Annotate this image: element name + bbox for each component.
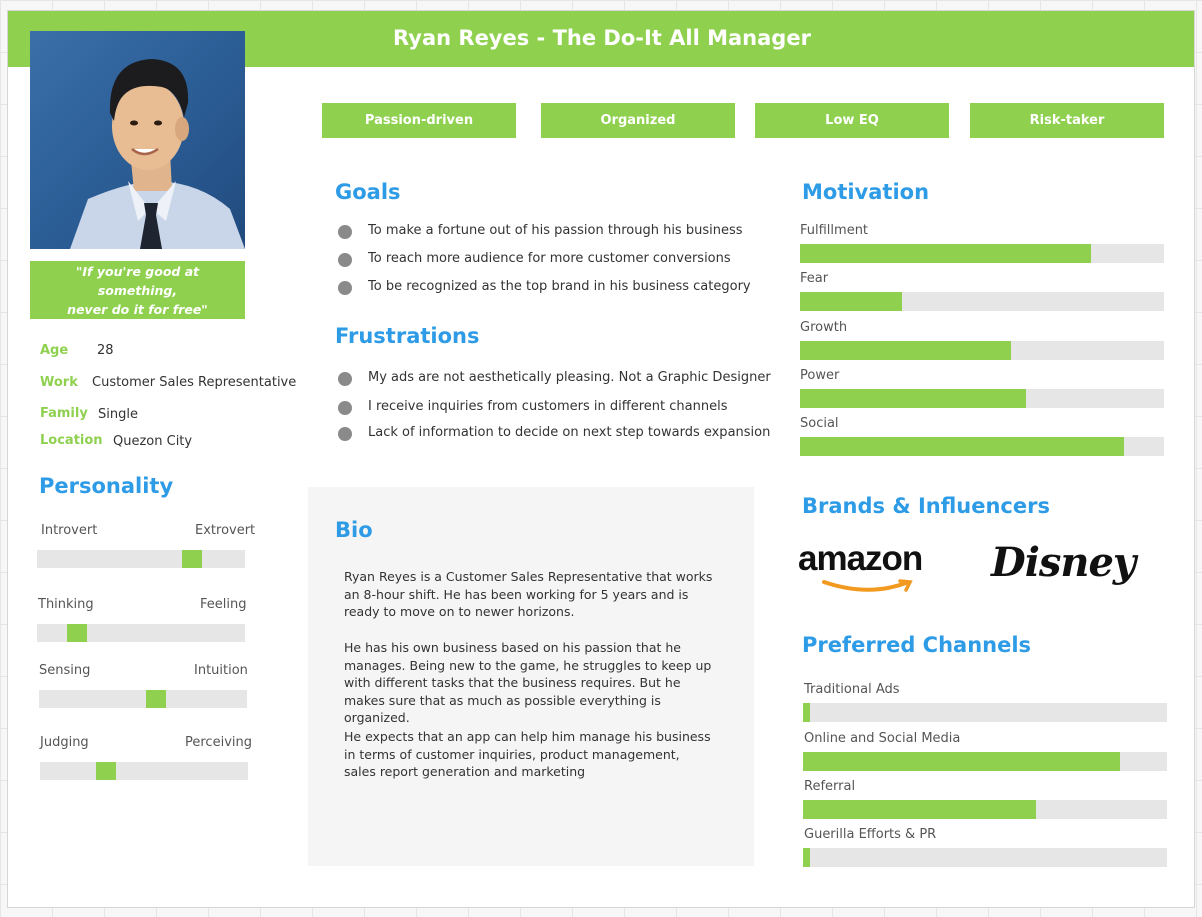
trait-left-label: Judging [40, 735, 89, 750]
trait-marker [96, 762, 116, 780]
quote-line-1: "If you're good at something, [75, 263, 200, 298]
channels-heading: Preferred Channels [802, 633, 1032, 657]
motivation-bar-social [800, 437, 1164, 456]
quote-line-2: never do it for free" [67, 301, 208, 317]
bar-fill [803, 703, 810, 722]
frustration-item: I receive inquiries from customers in di… [338, 399, 727, 415]
motivation-heading: Motivation [802, 180, 930, 204]
motivation-bar-fear [800, 292, 1164, 311]
bar-fill [800, 244, 1091, 263]
bar-fill [800, 437, 1124, 456]
bullet-icon [338, 253, 352, 267]
channel-label: Referral [804, 779, 856, 794]
age-label: Age [40, 343, 69, 358]
channel-label: Traditional Ads [804, 682, 900, 697]
channel-bar-online-social [803, 752, 1167, 771]
trait-right-label: Intuition [194, 663, 248, 678]
brands-heading: Brands & Influencers [802, 494, 1050, 518]
frustration-item: My ads are not aesthetically pleasing. N… [338, 370, 771, 386]
work-label: Work [40, 375, 78, 390]
bar-fill [803, 800, 1036, 819]
bar-fill [800, 341, 1011, 360]
bar-fill [803, 752, 1120, 771]
bar-fill [800, 292, 902, 311]
work-value: Customer Sales Representative [92, 375, 297, 390]
motivation-label: Power [800, 368, 840, 383]
motivation-bar-growth [800, 341, 1164, 360]
motivation-label: Fear [800, 271, 829, 286]
bullet-icon [338, 401, 352, 415]
age-value: 28 [97, 343, 114, 358]
bullet-icon [338, 427, 352, 441]
goal-item: To reach more audience for more customer… [338, 251, 731, 267]
tag-organized: Organized [541, 103, 735, 138]
tag-passion-driven: Passion-driven [322, 103, 516, 138]
trait-marker [146, 690, 166, 708]
amazon-logo: amazon [798, 539, 943, 603]
channel-label: Online and Social Media [804, 731, 961, 746]
motivation-label: Growth [800, 320, 848, 335]
bar-fill [803, 848, 810, 867]
persona-card: Ryan Reyes - The Do-It All Manager "If y… [7, 10, 1195, 908]
frustrations-heading: Frustrations [335, 324, 480, 348]
trait-right-label: Feeling [200, 597, 247, 612]
trait-marker [67, 624, 87, 642]
bio-paragraph: He expects that an app can help him mana… [344, 729, 711, 779]
channel-bar-referral [803, 800, 1167, 819]
tag-risk-taker: Risk-taker [970, 103, 1164, 138]
bio-paragraph: Ryan Reyes is a Customer Sales Represent… [344, 569, 713, 619]
location-value: Quezon City [113, 434, 193, 449]
location-label: Location [40, 433, 103, 448]
channel-label: Guerilla Efforts & PR [804, 827, 937, 842]
channel-bar-traditional-ads [803, 703, 1167, 722]
bullet-icon [338, 372, 352, 386]
disney-logo: Disney [991, 539, 1136, 586]
motivation-label: Social [800, 416, 839, 431]
goal-item: To make a fortune out of his passion thr… [338, 223, 743, 239]
bullet-icon [338, 281, 352, 295]
trait-slider-introvert-extrovert [37, 550, 245, 568]
trait-slider-thinking-feeling [37, 624, 245, 642]
family-label: Family [40, 406, 88, 421]
amazon-smile-icon [822, 579, 913, 592]
family-value: Single [98, 407, 138, 422]
personality-heading: Personality [39, 474, 174, 498]
channel-bar-guerilla-pr [803, 848, 1167, 867]
motivation-bar-fulfillment [800, 244, 1164, 263]
persona-quote: "If you're good at something, never do i… [30, 261, 245, 319]
bio-paragraph: He has his own business based on his pas… [344, 640, 712, 725]
trait-left-label: Sensing [39, 663, 91, 678]
trait-right-label: Perceiving [185, 735, 252, 750]
trait-left-label: Thinking [38, 597, 94, 612]
goals-heading: Goals [335, 180, 401, 204]
motivation-label: Fulfillment [800, 223, 869, 238]
trait-right-label: Extrovert [195, 523, 256, 538]
trait-slider-sensing-intuition [39, 690, 247, 708]
bar-fill [800, 389, 1026, 408]
trait-left-label: Introvert [41, 523, 98, 538]
trait-marker [182, 550, 202, 568]
avatar [30, 31, 245, 249]
motivation-bar-power [800, 389, 1164, 408]
tag-low-eq: Low EQ [755, 103, 949, 138]
bio-heading: Bio [335, 518, 373, 542]
trait-slider-judging-perceiving [40, 762, 248, 780]
bullet-icon [338, 225, 352, 239]
goal-item: To be recognized as the top brand in his… [338, 279, 751, 295]
avatar-illustration [70, 59, 245, 249]
frustration-item: Lack of information to decide on next st… [338, 425, 770, 441]
